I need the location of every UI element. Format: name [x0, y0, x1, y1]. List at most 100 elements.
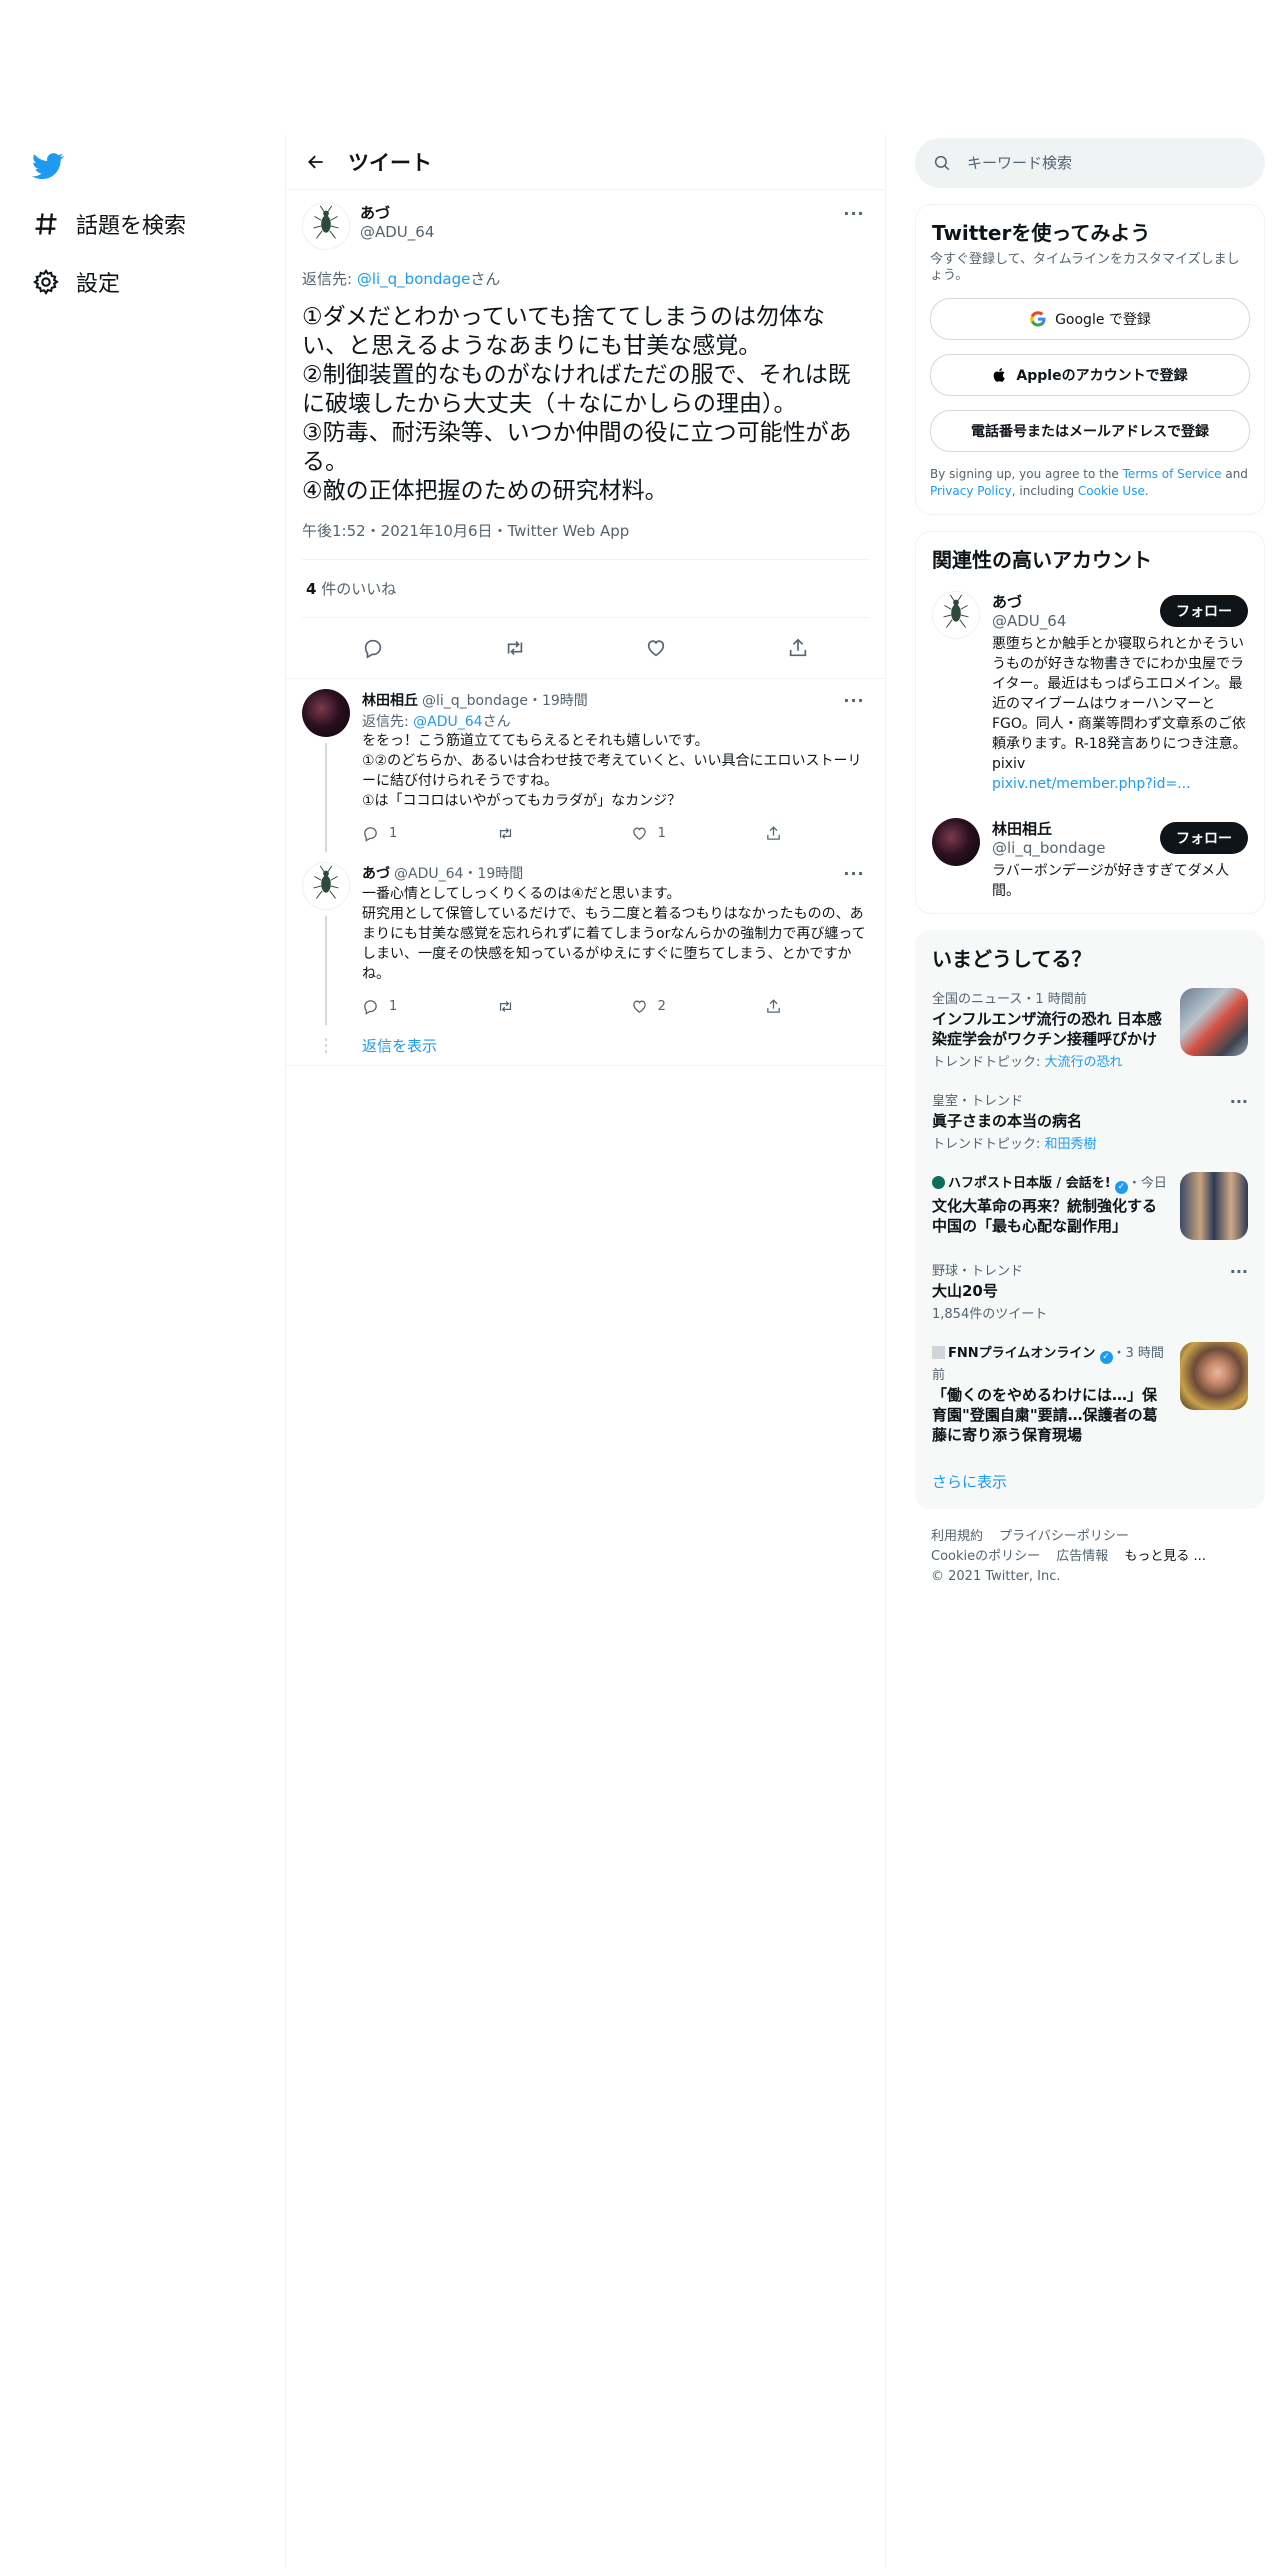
nav-item-explore[interactable]: 話題を検索 [32, 204, 186, 244]
heart-icon [632, 1000, 646, 1013]
footer-terms-link[interactable]: 利用規約 [931, 1529, 983, 1544]
hashtag-icon [32, 210, 60, 238]
account-item[interactable]: 林田相丘 @li_q_bondage フォロー ラバーボンデージが好きすぎてダメ… [916, 806, 1264, 913]
reply-author-name[interactable]: 林田相丘 [362, 690, 418, 710]
reply-button[interactable]: 1 [362, 998, 422, 1015]
footer-ads-link[interactable]: 広告情報 [1056, 1549, 1108, 1564]
tweet-header: ツイート [286, 135, 885, 190]
likes-count-row[interactable]: 4 件のいいね [302, 560, 869, 618]
more-options-icon[interactable]: ··· [839, 202, 869, 224]
account-avatar[interactable] [932, 818, 980, 866]
footer-privacy-link[interactable]: プライバシーポリシー [999, 1529, 1129, 1544]
phone-email-signup-button[interactable]: 電話番号またはメールアドレスで登録 [930, 410, 1250, 452]
retweet-icon [500, 828, 512, 839]
footer-more-link[interactable]: もっと見る ... [1124, 1549, 1206, 1564]
reply-button[interactable]: 1 [362, 825, 422, 842]
nav-item-settings[interactable]: 設定 [32, 262, 120, 302]
terms-link[interactable]: Terms of Service [1123, 467, 1222, 481]
account-name[interactable]: あづ [992, 591, 1066, 612]
reply-meta: @ADU_64・19時間 [394, 866, 524, 882]
account-name[interactable]: 林田相丘 [992, 818, 1106, 839]
left-navigation: 話題を検索 設定 [0, 0, 285, 2568]
trend-subtitle: 1,854件のツイート [932, 1307, 1048, 1322]
more-options-icon[interactable]: ··· [839, 689, 869, 711]
reply-tweet[interactable]: 林田相丘 @li_q_bondage・19時間 ··· 返信先: @ADU_64… [286, 679, 885, 852]
trend-item[interactable]: 全国のニュース・1 時間前 インフルエンザ流行の恐れ 日本感染症学会がワクチン接… [916, 978, 1264, 1080]
reply-icon [364, 1000, 377, 1015]
cookie-link[interactable]: Cookie Use [1078, 484, 1145, 498]
likes-count: 4 [306, 580, 317, 598]
trend-thumbnail [1180, 988, 1248, 1056]
account-avatar[interactable] [932, 591, 980, 639]
account-bio-link[interactable]: pixiv.net/member.php?id=... [992, 774, 1248, 794]
account-item[interactable]: あづ @ADU_64 フォロー 悪堕ちとか触手とか寝取られとかそういうものが好き… [916, 579, 1264, 806]
reply-to-handle-link[interactable]: @li_q_bondage [357, 270, 471, 288]
trend-topic-link[interactable]: 和田秀樹 [1045, 1137, 1097, 1152]
more-options-icon[interactable]: ··· [839, 862, 869, 884]
trend-publisher: FNNプライムオンライン [948, 1346, 1096, 1361]
main-column: ツイート あづ @ADU_64 ··· 返信先: @li_q_bondage さん… [285, 135, 886, 2568]
thread-line [325, 743, 327, 852]
show-replies-link[interactable]: 返信を表示 [362, 1035, 437, 1056]
beetle-avatar-icon [313, 865, 339, 899]
reply-button[interactable] [353, 628, 393, 668]
arrow-left-icon [308, 155, 323, 169]
privacy-link[interactable]: Privacy Policy [930, 484, 1012, 498]
back-button[interactable] [298, 144, 334, 180]
reply-tweet[interactable]: あづ @ADU_64・19時間 ··· 一番心情としてしっくりくるのは④だと思い… [286, 852, 885, 1025]
trend-item[interactable]: 皇室・トレンド 眞子さまの本当の病名 トレンドトピック: 和田秀樹 ··· [916, 1080, 1264, 1162]
trend-title: 眞子さまの本当の病名 [932, 1112, 1083, 1130]
reply-author-name[interactable]: あづ [362, 863, 390, 883]
google-signup-button[interactable]: Google で登録 [930, 298, 1250, 340]
tweet-timestamp[interactable]: 午後1:52・2021年10月6日・Twitter Web App [302, 520, 869, 560]
retweet-button[interactable] [496, 825, 556, 842]
reply-avatar[interactable] [302, 862, 350, 910]
nav-explore-label: 話題を検索 [76, 214, 187, 239]
beetle-avatar-icon [943, 594, 969, 628]
reply-avatar[interactable] [302, 689, 350, 737]
trend-title: 大山20号 [932, 1282, 998, 1300]
reply-meta: @li_q_bondage・19時間 [422, 693, 588, 709]
search-bar[interactable] [915, 138, 1265, 188]
footer-cookie-link[interactable]: Cookieのポリシー [931, 1549, 1040, 1564]
search-icon [934, 155, 950, 171]
trend-item[interactable]: FNNプライムオンライン ✓ ・3 時間前 「働くのをやめるわけには…」保育園"登… [916, 1332, 1264, 1455]
follow-button[interactable]: フォロー [1160, 822, 1248, 854]
search-input[interactable] [965, 153, 1229, 173]
right-sidebar: Twitterを使ってみよう 今すぐ登録して、タイムラインをカスタマイズしましょ… [915, 138, 1265, 1605]
reply-to-suffix: さん [482, 714, 511, 730]
like-button[interactable]: 2 [631, 998, 691, 1015]
more-options-icon[interactable]: ··· [1230, 1092, 1248, 1111]
show-more-link[interactable]: さらに表示 [916, 1455, 1264, 1508]
like-button[interactable] [636, 628, 676, 668]
trend-thumbnail [1180, 1342, 1248, 1410]
twitter-logo-icon[interactable] [32, 150, 64, 182]
share-button[interactable] [765, 825, 792, 842]
apple-icon [994, 368, 1006, 382]
trend-context-row: FNNプライムオンライン ✓ ・3 時間前 [932, 1342, 1170, 1383]
reply-action-bar: 1 1 [362, 825, 792, 852]
trend-title: 文化大革命の再来？統制強化する中国の「最も心配な副作用」 [932, 1197, 1158, 1235]
follow-button[interactable]: フォロー [1160, 595, 1248, 627]
apple-signup-button[interactable]: Appleのアカウントで登録 [930, 354, 1250, 396]
author-handle[interactable]: @ADU_64 [360, 223, 839, 241]
author-name[interactable]: あづ [360, 202, 839, 223]
reply-icon [364, 827, 377, 842]
tweet-text: ①ダメだとわかっていても捨ててしまうのは勿体ない、と思えるようなあまりにも甘美な… [302, 304, 852, 504]
share-button[interactable] [765, 998, 792, 1015]
author-avatar[interactable] [302, 202, 350, 250]
more-options-icon[interactable]: ··· [1230, 1262, 1248, 1281]
trend-item[interactable]: 野球・トレンド 大山20号 1,854件のツイート ··· [916, 1250, 1264, 1332]
share-icon [789, 638, 807, 657]
like-button[interactable]: 1 [631, 825, 691, 842]
retweet-button[interactable] [496, 998, 556, 1015]
reply-to-handle-link[interactable]: @ADU_64 [413, 714, 482, 730]
like-count: 1 [657, 826, 666, 841]
trend-item[interactable]: ハフポスト日本版 / 会話を! ✓ ・今日 文化大革命の再来？統制強化する中国の「… [916, 1162, 1264, 1250]
retweet-button[interactable] [495, 628, 535, 668]
reply-to-prefix: 返信先: [302, 270, 357, 288]
footer: 利用規約 プライバシーポリシー Cookieのポリシー 広告情報 もっと見る .… [915, 1509, 1265, 1605]
trend-sub-prefix: トレンドトピック: [932, 1137, 1045, 1152]
share-button[interactable] [778, 628, 818, 668]
trend-topic-link[interactable]: 大流行の恐れ [1045, 1055, 1123, 1070]
